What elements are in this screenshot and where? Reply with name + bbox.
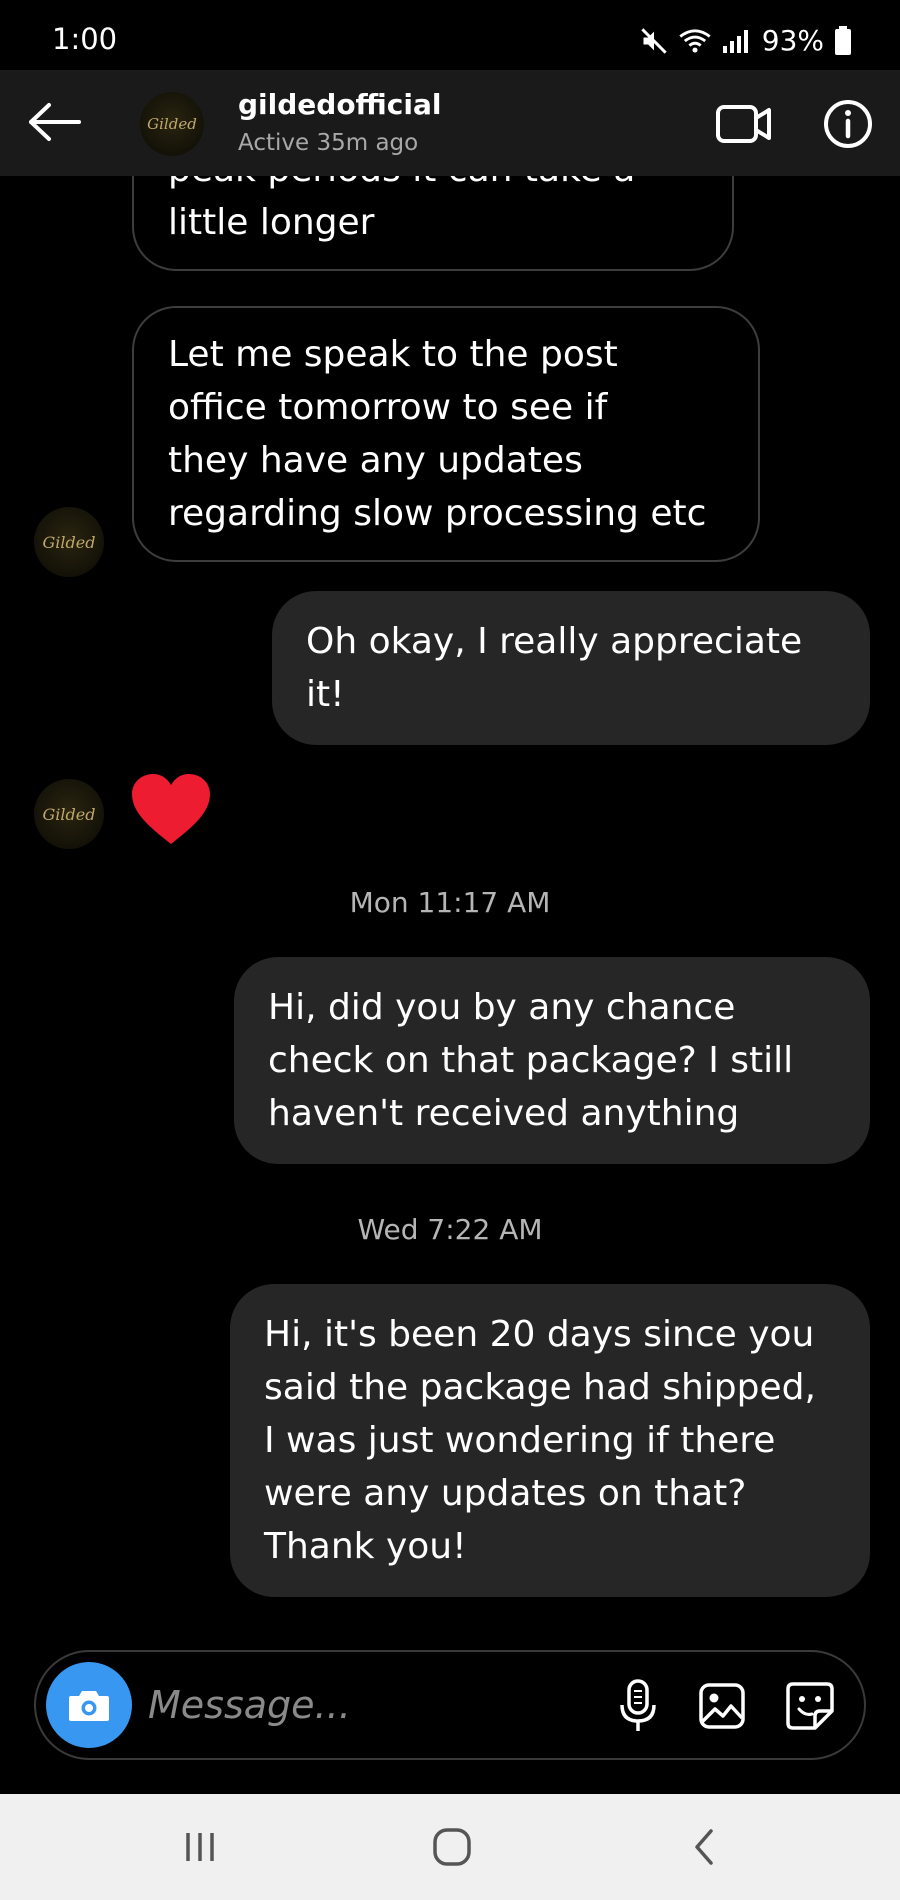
recent-apps-icon [186,1833,214,1861]
video-call-button[interactable] [712,94,776,154]
chevron-left-icon [695,1829,713,1865]
chat-username[interactable]: gildedofficial [238,88,441,121]
video-camera-icon [716,105,771,143]
battery-icon [835,25,851,55]
info-button[interactable] [818,94,878,154]
sender-avatar[interactable]: Gilded [34,507,104,577]
mute-icon [641,27,667,54]
incoming-message[interactable]: Let me speak to the post office tomorrow… [132,306,760,562]
message-text: Hi, it's been 20 days since you said the… [264,1314,816,1567]
outgoing-message[interactable]: Hi, did you by any chance check on that … [234,957,870,1164]
image-icon [699,1683,745,1729]
outgoing-message[interactable]: Hi, it's been 20 days since you said the… [230,1284,870,1597]
message-text: Hi, did you by any chance check on that … [268,987,794,1134]
sticker-button[interactable] [780,1676,840,1736]
camera-icon [69,1691,109,1721]
status-time: 1:00 [52,22,118,56]
home-button[interactable] [412,1814,492,1880]
info-icon [824,100,872,148]
system-back-button[interactable] [664,1814,744,1880]
message-composer [34,1650,866,1760]
signal-icon [722,29,748,53]
message-input[interactable] [148,1674,608,1736]
outgoing-message[interactable]: Oh okay, I really appreciate it! [272,591,870,745]
header-avatar[interactable]: Gilded [140,92,204,156]
battery-percentage: 93% [761,24,824,57]
system-nav-bar [0,1794,900,1900]
message-thread[interactable]: peak periods it can take a little longer… [0,176,900,1646]
timestamp: Wed 7:22 AM [357,1213,543,1246]
sender-avatar[interactable]: Gilded [34,779,104,849]
recent-apps-button[interactable] [160,1814,240,1880]
message-text: Oh okay, I really appreciate it! [306,621,803,715]
timestamp: Mon 11:17 AM [349,886,551,919]
message-text: Let me speak to the post office tomorrow… [168,334,707,534]
home-icon [433,1828,471,1866]
gallery-button[interactable] [692,1676,752,1736]
back-button[interactable] [22,90,86,154]
microphone-icon [620,1679,656,1731]
camera-button[interactable] [46,1662,132,1748]
status-bar: 1:00 93% [0,0,900,70]
heart-icon[interactable] [130,772,212,846]
voice-message-button[interactable] [608,1676,668,1736]
status-icons: 93% [640,24,852,57]
incoming-message[interactable]: peak periods it can take a little longer [132,176,734,271]
active-status: Active 35m ago [238,130,419,156]
wifi-icon [679,28,711,53]
message-text: peak periods it can take a little longer [168,176,635,243]
arrow-left-icon [29,103,81,141]
chat-header: Gilded gildedofficial Active 35m ago [0,70,900,176]
sticker-icon [786,1682,834,1730]
